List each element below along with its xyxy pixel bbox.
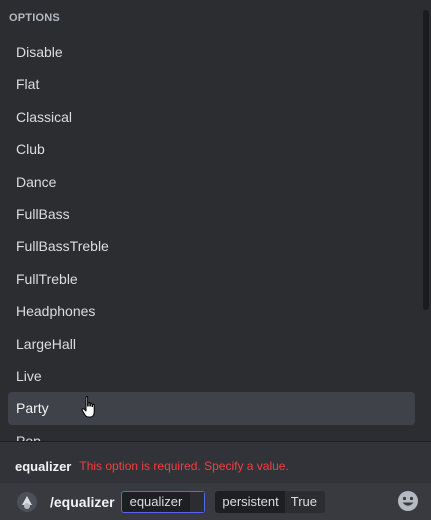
option-party[interactable]: Party	[8, 392, 415, 425]
option-pop[interactable]: Pop	[8, 425, 415, 441]
option-disable[interactable]: Disable	[8, 36, 415, 68]
bot-app-icon	[17, 491, 37, 512]
hint-error-message: This option is required. Specify a value…	[79, 459, 289, 473]
option-dance[interactable]: Dance	[8, 166, 415, 198]
active-option-label: equalizer	[129, 493, 183, 509]
persistent-option-label: persistent	[222, 493, 279, 509]
option-requirement-hint: equalizer This option is required. Speci…	[0, 449, 431, 483]
command-options-popup: OPTIONS Disable Flat Classical Club Danc…	[0, 0, 431, 442]
option-club[interactable]: Club	[8, 133, 415, 165]
options-scrollbar[interactable]	[423, 10, 429, 310]
option-fulltreble[interactable]: FullTreble	[8, 263, 415, 295]
option-headphones[interactable]: Headphones	[8, 295, 415, 327]
option-fullbass[interactable]: FullBass	[8, 198, 415, 230]
hint-option-name: equalizer	[15, 458, 72, 474]
command-name: /equalizer	[50, 493, 115, 510]
active-option-value-field[interactable]	[190, 491, 205, 512]
hand-pointer-cursor-icon	[81, 396, 95, 418]
persistent-option-value[interactable]: True	[284, 490, 325, 513]
option-largehall[interactable]: LargeHall	[8, 328, 415, 360]
option-live[interactable]: Live	[8, 360, 415, 392]
options-header: OPTIONS	[9, 12, 60, 24]
emoji-smile-icon[interactable]	[397, 490, 419, 512]
option-flat[interactable]: Flat	[8, 68, 415, 100]
persistent-option-chip[interactable]: persistent True	[215, 490, 325, 513]
active-option-chip[interactable]: equalizer	[120, 490, 206, 513]
options-list: Disable Flat Classical Club Dance FullBa…	[0, 36, 431, 441]
option-fullbasstreble[interactable]: FullBassTreble	[8, 230, 415, 262]
message-input-bar[interactable]: /equalizer equalizer persistent True	[0, 483, 431, 520]
option-classical[interactable]: Classical	[8, 101, 415, 133]
